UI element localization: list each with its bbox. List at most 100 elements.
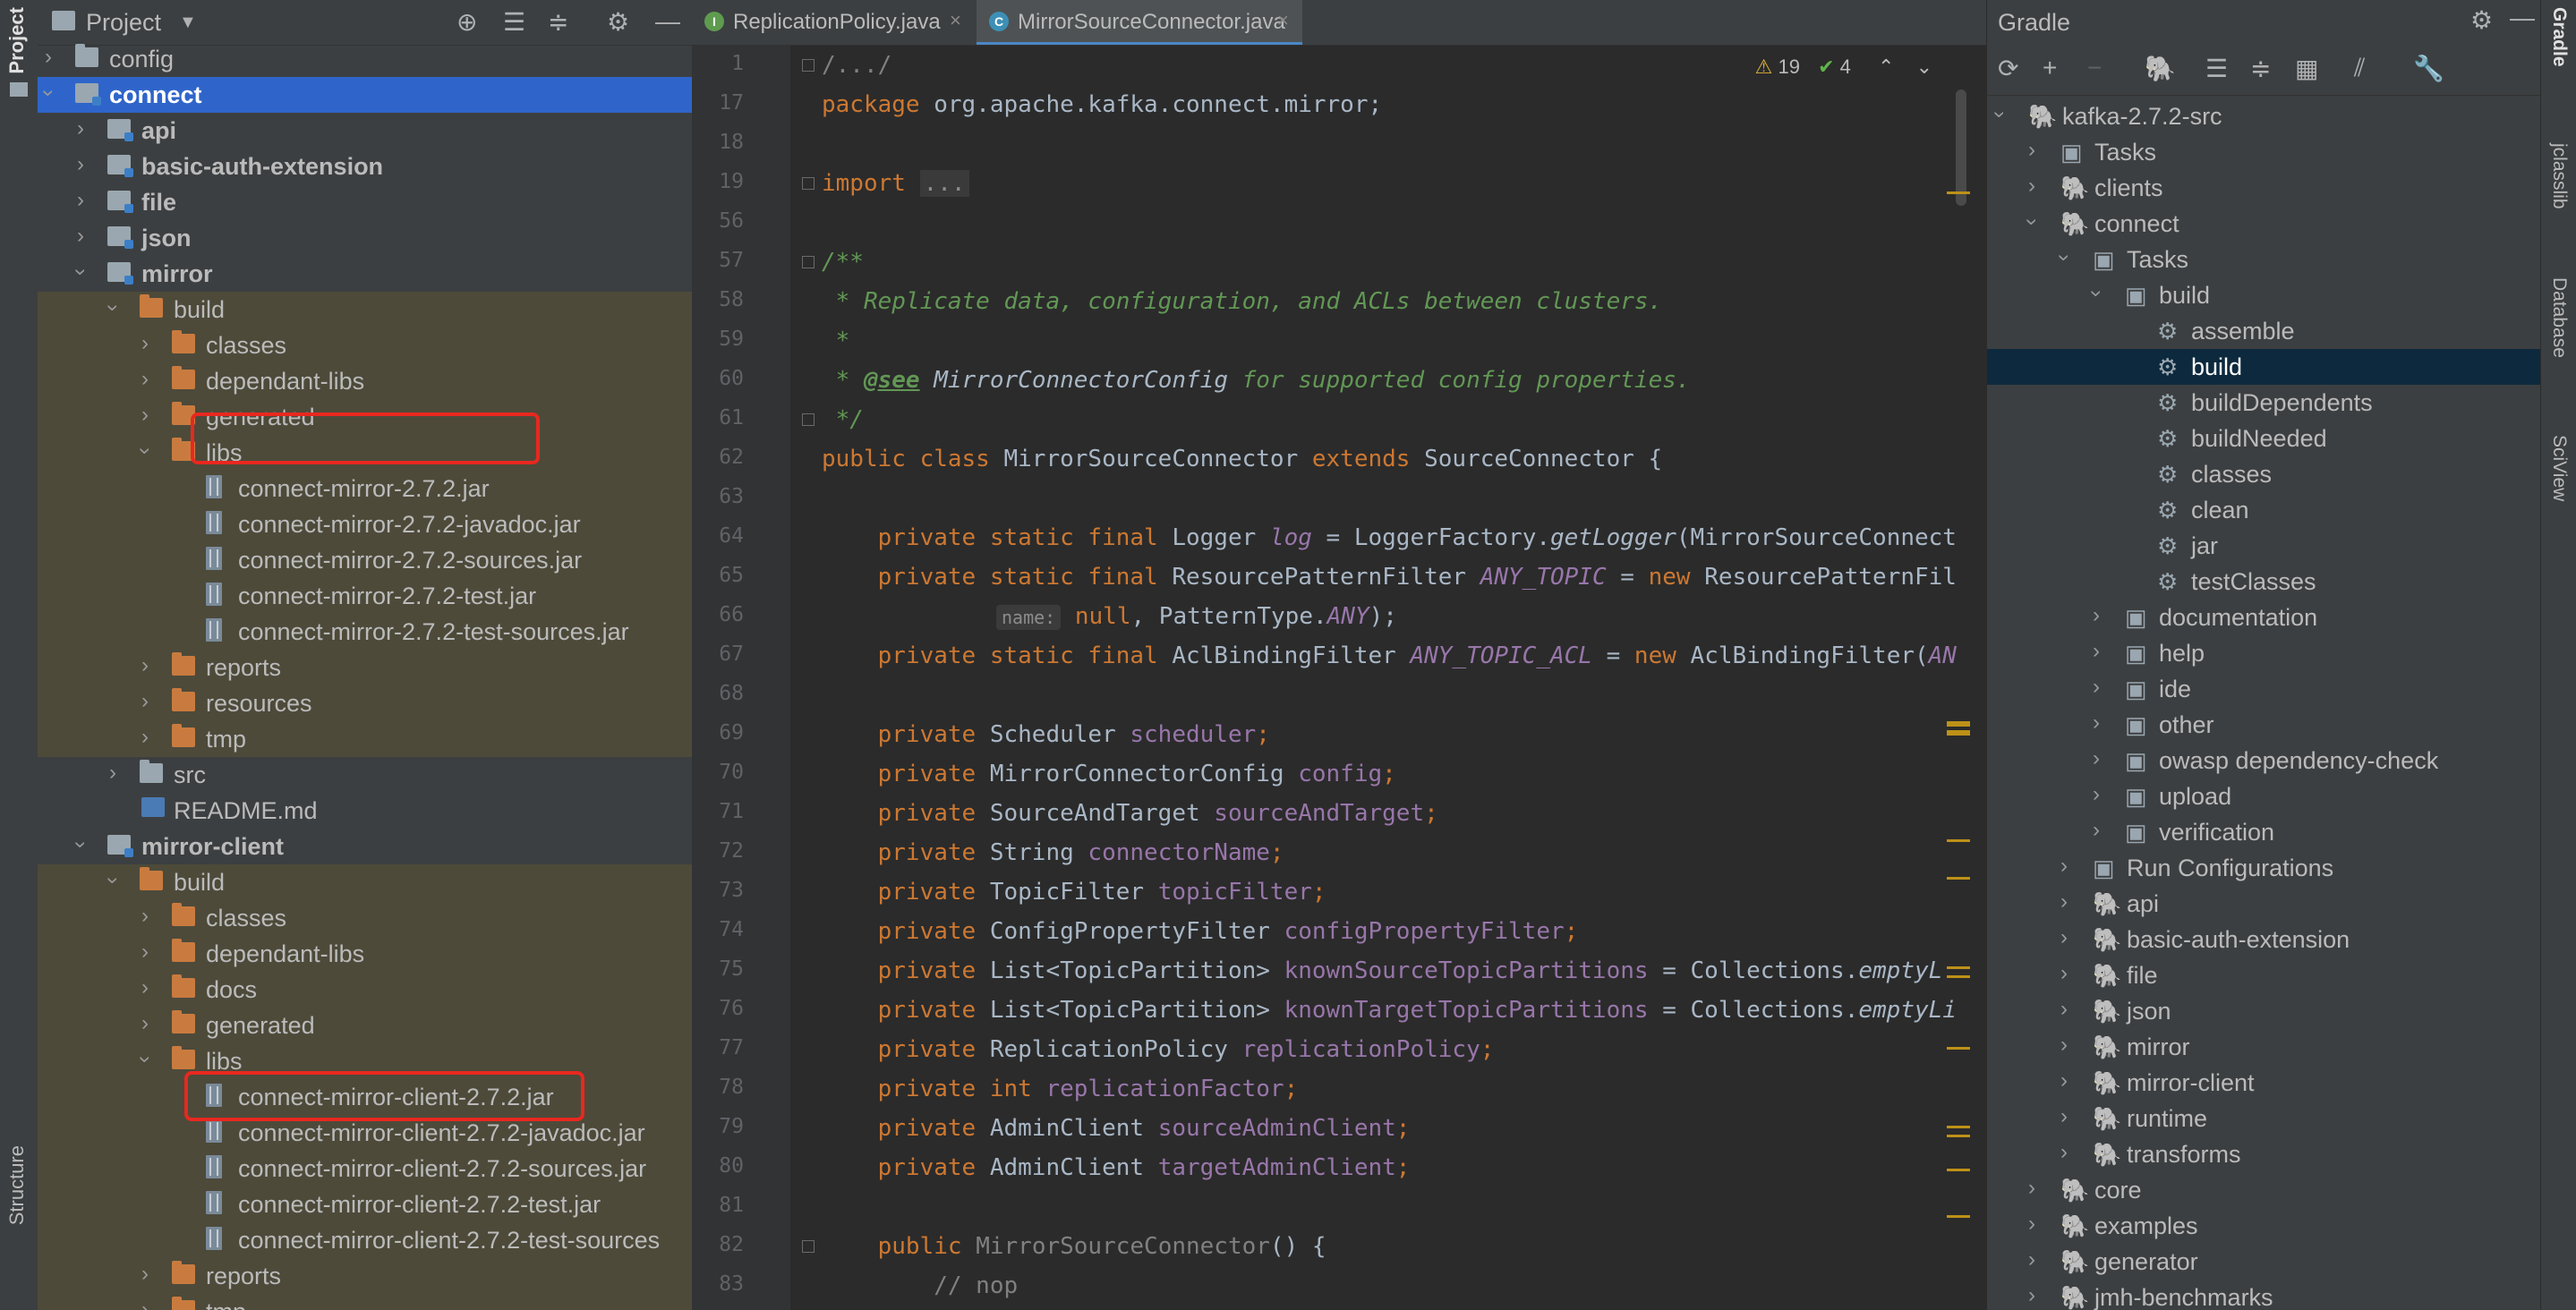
chevron-right-icon[interactable]: › [2028,138,2035,163]
chevron-right-icon[interactable]: › [109,761,116,786]
dependencies-icon[interactable]: ▦ [2295,54,2318,83]
chevron-right-icon[interactable]: › [2093,675,2100,700]
gradle-item-transforms[interactable]: › 🐘 transforms [1987,1136,2541,1172]
chevron-right-icon[interactable]: › [141,1011,149,1036]
tree-item-jar[interactable]: connect-mirror-2.7.2.jar [38,471,692,506]
gradle-item-core[interactable]: › 🐘 core [1987,1172,2541,1208]
editor-scrollbar[interactable] [1956,89,1966,206]
tree-item-jar[interactable]: connect-mirror-2.7.2-javadoc.jar [38,506,692,542]
next-highlight-icon[interactable]: ⌄ [1916,55,1932,78]
gradle-task-clean[interactable]: ⚙ clean [1987,492,2541,528]
chevron-right-icon[interactable]: › [77,116,84,141]
chevron-right-icon[interactable]: › [141,940,149,965]
add-icon[interactable]: + [2043,54,2057,82]
gradle-item-basic-auth-extension[interactable]: › 🐘 basic-auth-extension [1987,922,2541,957]
tree-item-tmp[interactable]: › tmp [38,721,692,757]
wrench-icon[interactable]: 🔧 [2413,54,2444,83]
warning-stripe[interactable] [1947,839,1970,842]
chevron-right-icon[interactable]: › [2093,639,2100,664]
warning-stripe[interactable] [1947,721,1970,727]
database-tool-tab[interactable]: Database [2548,277,2570,358]
warning-stripe[interactable] [1947,191,1970,194]
gradle-item-mirror-client[interactable]: › 🐘 mirror-client [1987,1065,2541,1101]
tree-item-jar[interactable]: connect-mirror-client-2.7.2-test-sources [38,1222,692,1258]
tab-replication-policy[interactable]: I ReplicationPolicy.java × [692,0,975,45]
tree-item-jar[interactable]: connect-mirror-2.7.2-test.jar [38,578,692,614]
remove-icon[interactable]: − [2087,54,2102,82]
gradle-task-buildneeded[interactable]: ⚙ buildNeeded [1987,421,2541,456]
chevron-right-icon[interactable]: › [2093,782,2100,807]
chevron-right-icon[interactable]: › [2060,889,2068,914]
tree-item-reports[interactable]: › reports [38,650,692,685]
tree-item-jar[interactable]: connect-mirror-2.7.2-test-sources.jar [38,614,692,650]
tree-item-jar[interactable]: connect-mirror-client-2.7.2-test.jar [38,1187,692,1222]
warning-stripe[interactable] [1947,1215,1970,1218]
gear-icon[interactable]: ⚙ [607,7,629,37]
fold-marker-icon[interactable] [802,59,815,72]
chevron-right-icon[interactable]: › [45,45,52,70]
gradle-item-examples[interactable]: › 🐘 examples [1987,1208,2541,1244]
chevron-right-icon[interactable]: › [141,689,149,714]
tree-item-config[interactable]: › config [38,41,692,77]
gradle-group-documentation[interactable]: › ▣ documentation [1987,600,2541,635]
chevron-right-icon[interactable]: › [2028,174,2035,199]
chevron-right-icon[interactable]: › [2093,603,2100,628]
gradle-group-help[interactable]: › ▣ help [1987,635,2541,671]
gradle-tool-tab[interactable]: Gradle [2548,7,2570,67]
chevron-down-icon[interactable]: › [132,1056,158,1063]
tree-item-json[interactable]: › json [38,220,692,256]
fold-marker-icon[interactable] [802,413,815,426]
gradle-group-other[interactable]: › ▣ other [1987,707,2541,743]
tree-item-src[interactable]: › src [38,757,692,793]
chevron-down-icon[interactable]: › [100,304,125,311]
tree-item-tmp[interactable]: › tmp [38,1294,692,1310]
chevron-down-icon[interactable]: › [2084,290,2109,297]
structure-tool-tab[interactable]: Structure [5,1145,29,1225]
chevron-down-icon[interactable]: › [2051,254,2077,261]
gradle-run-configurations[interactable]: › ▣ Run Configurations [1987,850,2541,886]
locate-icon[interactable]: ⊕ [456,7,477,37]
fold-marker-icon[interactable] [802,177,815,190]
tree-item-basic-auth-extension[interactable]: › basic-auth-extension [38,149,692,184]
chevron-right-icon[interactable]: › [2060,1140,2068,1165]
tree-item-dependant-libs[interactable]: › dependant-libs [38,363,692,399]
chevron-right-icon[interactable]: › [141,1262,149,1287]
tree-item-classes[interactable]: › classes [38,328,692,363]
chevron-right-icon[interactable]: › [141,403,149,428]
chevron-right-icon[interactable]: › [141,1297,149,1310]
tree-item-generated[interactable]: › generated [38,1008,692,1043]
chevron-right-icon[interactable]: › [2093,746,2100,771]
gear-icon[interactable]: ⚙ [2470,5,2493,35]
gradle-item-build-group[interactable]: › ▣ build [1987,277,2541,313]
warning-stripe[interactable] [1947,966,1970,969]
chevron-down-icon[interactable]: › [68,268,93,276]
chevron-right-icon[interactable]: › [141,975,149,1000]
gradle-task-testclasses[interactable]: ⚙ testClasses [1987,564,2541,600]
folded-imports[interactable]: ... [919,170,969,197]
elephant-icon[interactable]: 🐘 [2145,54,2176,83]
gradle-item-tasks[interactable]: › ▣ Tasks [1987,134,2541,170]
tree-item-file[interactable]: › file [38,184,692,220]
gradle-item-api[interactable]: › 🐘 api [1987,886,2541,922]
chevron-right-icon[interactable]: › [141,331,149,356]
chevron-right-icon[interactable]: › [2028,1212,2035,1237]
tree-item-docs[interactable]: › docs [38,972,692,1008]
tree-item-resources[interactable]: › resources [38,685,692,721]
gradle-item-mirror[interactable]: › 🐘 mirror [1987,1029,2541,1065]
warning-stripe[interactable] [1947,1126,1970,1128]
tree-item-reports[interactable]: › reports [38,1258,692,1294]
chevron-right-icon[interactable]: › [2060,1068,2068,1093]
chevron-right-icon[interactable]: › [2060,925,2068,950]
collapse-all-icon[interactable]: ≑ [548,7,568,37]
project-view-selector[interactable]: Project [86,9,161,37]
gradle-group-verification[interactable]: › ▣ verification [1987,814,2541,850]
warning-stripe[interactable] [1947,730,1970,736]
previous-highlight-icon[interactable]: ⌃ [1878,55,1894,78]
close-icon[interactable]: × [950,9,961,32]
minimize-icon[interactable]: — [2510,4,2535,32]
collapse-all-icon[interactable]: ≑ [2250,54,2271,83]
fold-marker-icon[interactable] [802,256,815,268]
chevron-right-icon[interactable]: › [77,224,84,249]
close-icon[interactable]: × [1277,9,1289,32]
tree-item-classes[interactable]: › classes [38,900,692,936]
